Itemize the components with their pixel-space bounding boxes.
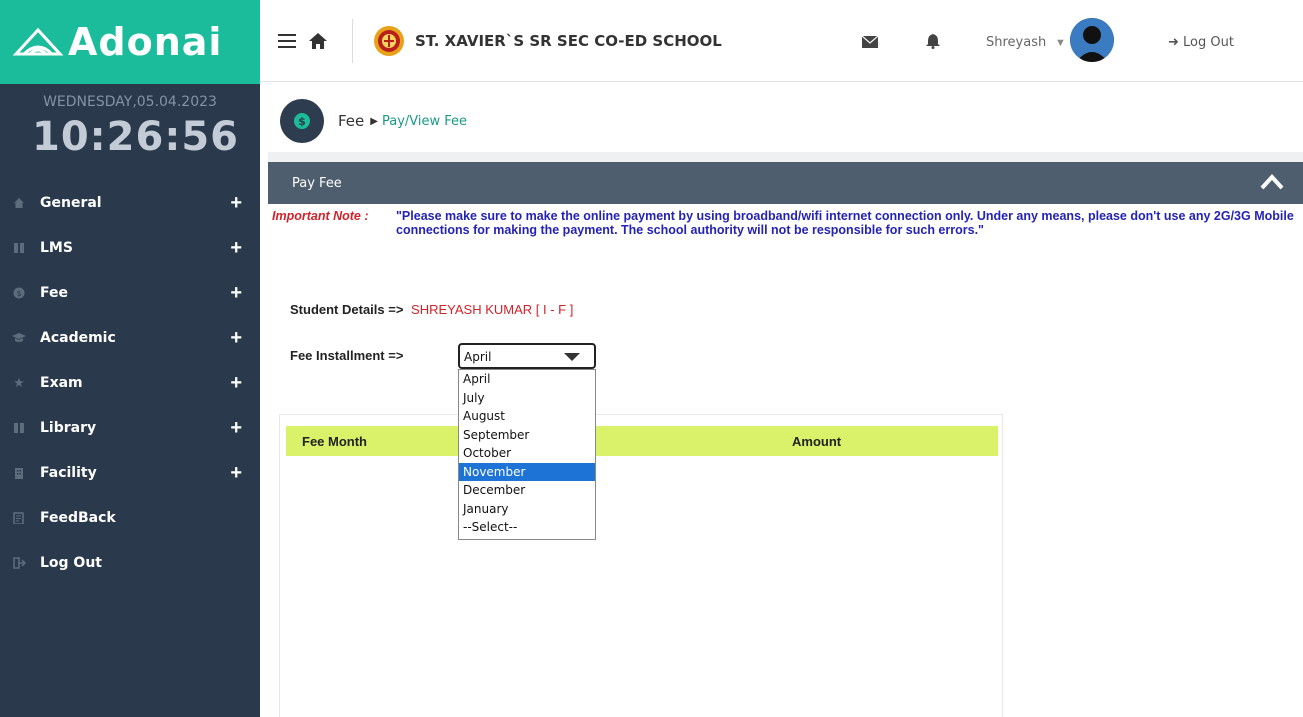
mail-icon[interactable] — [862, 36, 878, 48]
selected-installment: April — [464, 350, 492, 364]
logout-link[interactable]: ➜ Log Out — [1168, 35, 1234, 50]
caret-right-icon: ▶ — [370, 115, 378, 127]
student-details-label: Student Details => — [290, 302, 404, 317]
school-name: ST. XAVIER`S SR SEC CO-ED SCHOOL — [415, 31, 722, 50]
svg-text:$: $ — [298, 115, 306, 128]
brand-name: Adonai — [68, 20, 223, 64]
fee-installment-label: Fee Installment => — [290, 348, 404, 363]
option-october[interactable]: October — [459, 444, 595, 463]
breadcrumb-page-link[interactable]: Pay/View Fee — [382, 114, 467, 129]
graduation-cap-icon — [12, 331, 26, 345]
fee-section-icon: $ — [280, 99, 324, 143]
caret-down-icon — [564, 353, 580, 361]
pay-fee-panel-header: Pay Fee — [268, 162, 1303, 204]
divider-band — [268, 152, 1303, 162]
bell-icon[interactable] — [926, 33, 940, 49]
top-header: ST. XAVIER`S SR SEC CO-ED SCHOOL Shreyas… — [260, 0, 1303, 82]
sidebar-item-label: FeedBack — [40, 509, 116, 526]
user-name[interactable]: Shreyash — [986, 35, 1046, 50]
sidebar-item-feedback[interactable]: FeedBack — [0, 495, 260, 540]
plus-icon[interactable]: + — [230, 373, 242, 393]
plus-icon[interactable]: + — [230, 193, 242, 213]
option-november[interactable]: November — [459, 462, 595, 481]
svg-text:$: $ — [16, 289, 21, 298]
table-header: Fee Month Amount — [286, 426, 998, 456]
option-january[interactable]: January — [459, 500, 595, 519]
collapse-chevron-up-icon[interactable] — [1259, 172, 1285, 192]
sidebar-item-log-out[interactable]: Log Out — [0, 540, 260, 585]
sidebar-item-lms[interactable]: LMS + — [0, 225, 260, 270]
sidebar-item-facility[interactable]: Facility + — [0, 450, 260, 495]
plus-icon[interactable]: + — [230, 238, 242, 258]
option-august[interactable]: August — [459, 407, 595, 426]
fee-installment-select[interactable]: April — [458, 343, 596, 369]
sidebar-item-label: General — [40, 194, 102, 211]
brand[interactable]: Adonai — [0, 0, 260, 84]
current-date: WEDNESDAY,05.04.2023 — [43, 94, 217, 110]
plus-icon[interactable]: + — [230, 328, 242, 348]
breadcrumb-section: Fee — [338, 112, 365, 130]
book-icon — [12, 241, 26, 255]
sidebar-item-academic[interactable]: Academic + — [0, 315, 260, 360]
breadcrumb: $ Fee ▶ Pay/View Fee — [268, 90, 1303, 152]
note-text: "Please make sure to make the online pay… — [396, 209, 1294, 237]
sidebar-item-label: LMS — [40, 239, 73, 256]
panel-title: Pay Fee — [292, 175, 342, 191]
header-divider — [352, 18, 353, 63]
column-amount: Amount — [792, 433, 842, 449]
plus-icon[interactable]: + — [230, 283, 242, 303]
plus-icon[interactable]: + — [230, 418, 242, 438]
sidebar-item-library[interactable]: Library + — [0, 405, 260, 450]
edit-icon — [12, 511, 26, 525]
sign-out-icon: ➜ — [1168, 35, 1179, 50]
note-label: Important Note : — [272, 209, 369, 223]
current-time: 10:26:56 — [32, 114, 239, 160]
avatar[interactable] — [1070, 18, 1114, 62]
option-april[interactable]: April — [459, 370, 595, 389]
sidebar: Adonai WEDNESDAY,05.04.2023 10:26:56 Gen… — [0, 0, 260, 717]
column-fee-month: Fee Month — [302, 433, 367, 449]
sign-out-icon — [12, 556, 26, 570]
brand-logo-icon — [12, 27, 64, 56]
option-september[interactable]: September — [459, 426, 595, 445]
plus-icon[interactable]: + — [230, 463, 242, 483]
sidebar-item-label: Library — [40, 419, 97, 436]
sidebar-item-label: Exam — [40, 374, 83, 391]
money-icon: $ — [12, 286, 26, 300]
sidebar-item-label: Log Out — [40, 554, 102, 571]
school-logo-icon — [374, 25, 404, 56]
star-icon: ★ — [13, 374, 25, 390]
sidebar-item-exam[interactable]: ★ Exam + — [0, 360, 260, 405]
home-icon[interactable] — [308, 32, 328, 50]
sidebar-nav: General + LMS + $ Fee + Academic + ★ Exa… — [0, 180, 260, 585]
menu-toggle-icon[interactable] — [278, 33, 296, 48]
home-icon — [12, 196, 26, 210]
option-select[interactable]: --Select-- — [459, 518, 595, 537]
sidebar-item-label: Academic — [40, 329, 116, 346]
logout-label: Log Out — [1183, 35, 1234, 50]
chevron-down-icon[interactable]: ▼ — [1055, 37, 1066, 49]
sidebar-item-general[interactable]: General + — [0, 180, 260, 225]
sidebar-item-fee[interactable]: $ Fee + — [0, 270, 260, 315]
building-icon — [12, 466, 26, 480]
fee-installment-options: April July August September October Nove… — [458, 369, 596, 540]
sidebar-item-label: Facility — [40, 464, 97, 481]
important-note: Important Note : "Please make sure to ma… — [272, 209, 1303, 237]
book-icon — [12, 421, 26, 435]
option-july[interactable]: July — [459, 389, 595, 408]
sidebar-item-label: Fee — [40, 284, 68, 301]
fee-table: Fee Month Amount — [279, 414, 1003, 717]
student-details: Student Details => SHREYASH KUMAR [ I - … — [290, 302, 573, 317]
option-december[interactable]: December — [459, 481, 595, 500]
student-name: SHREYASH KUMAR [ I - F ] — [411, 302, 574, 317]
